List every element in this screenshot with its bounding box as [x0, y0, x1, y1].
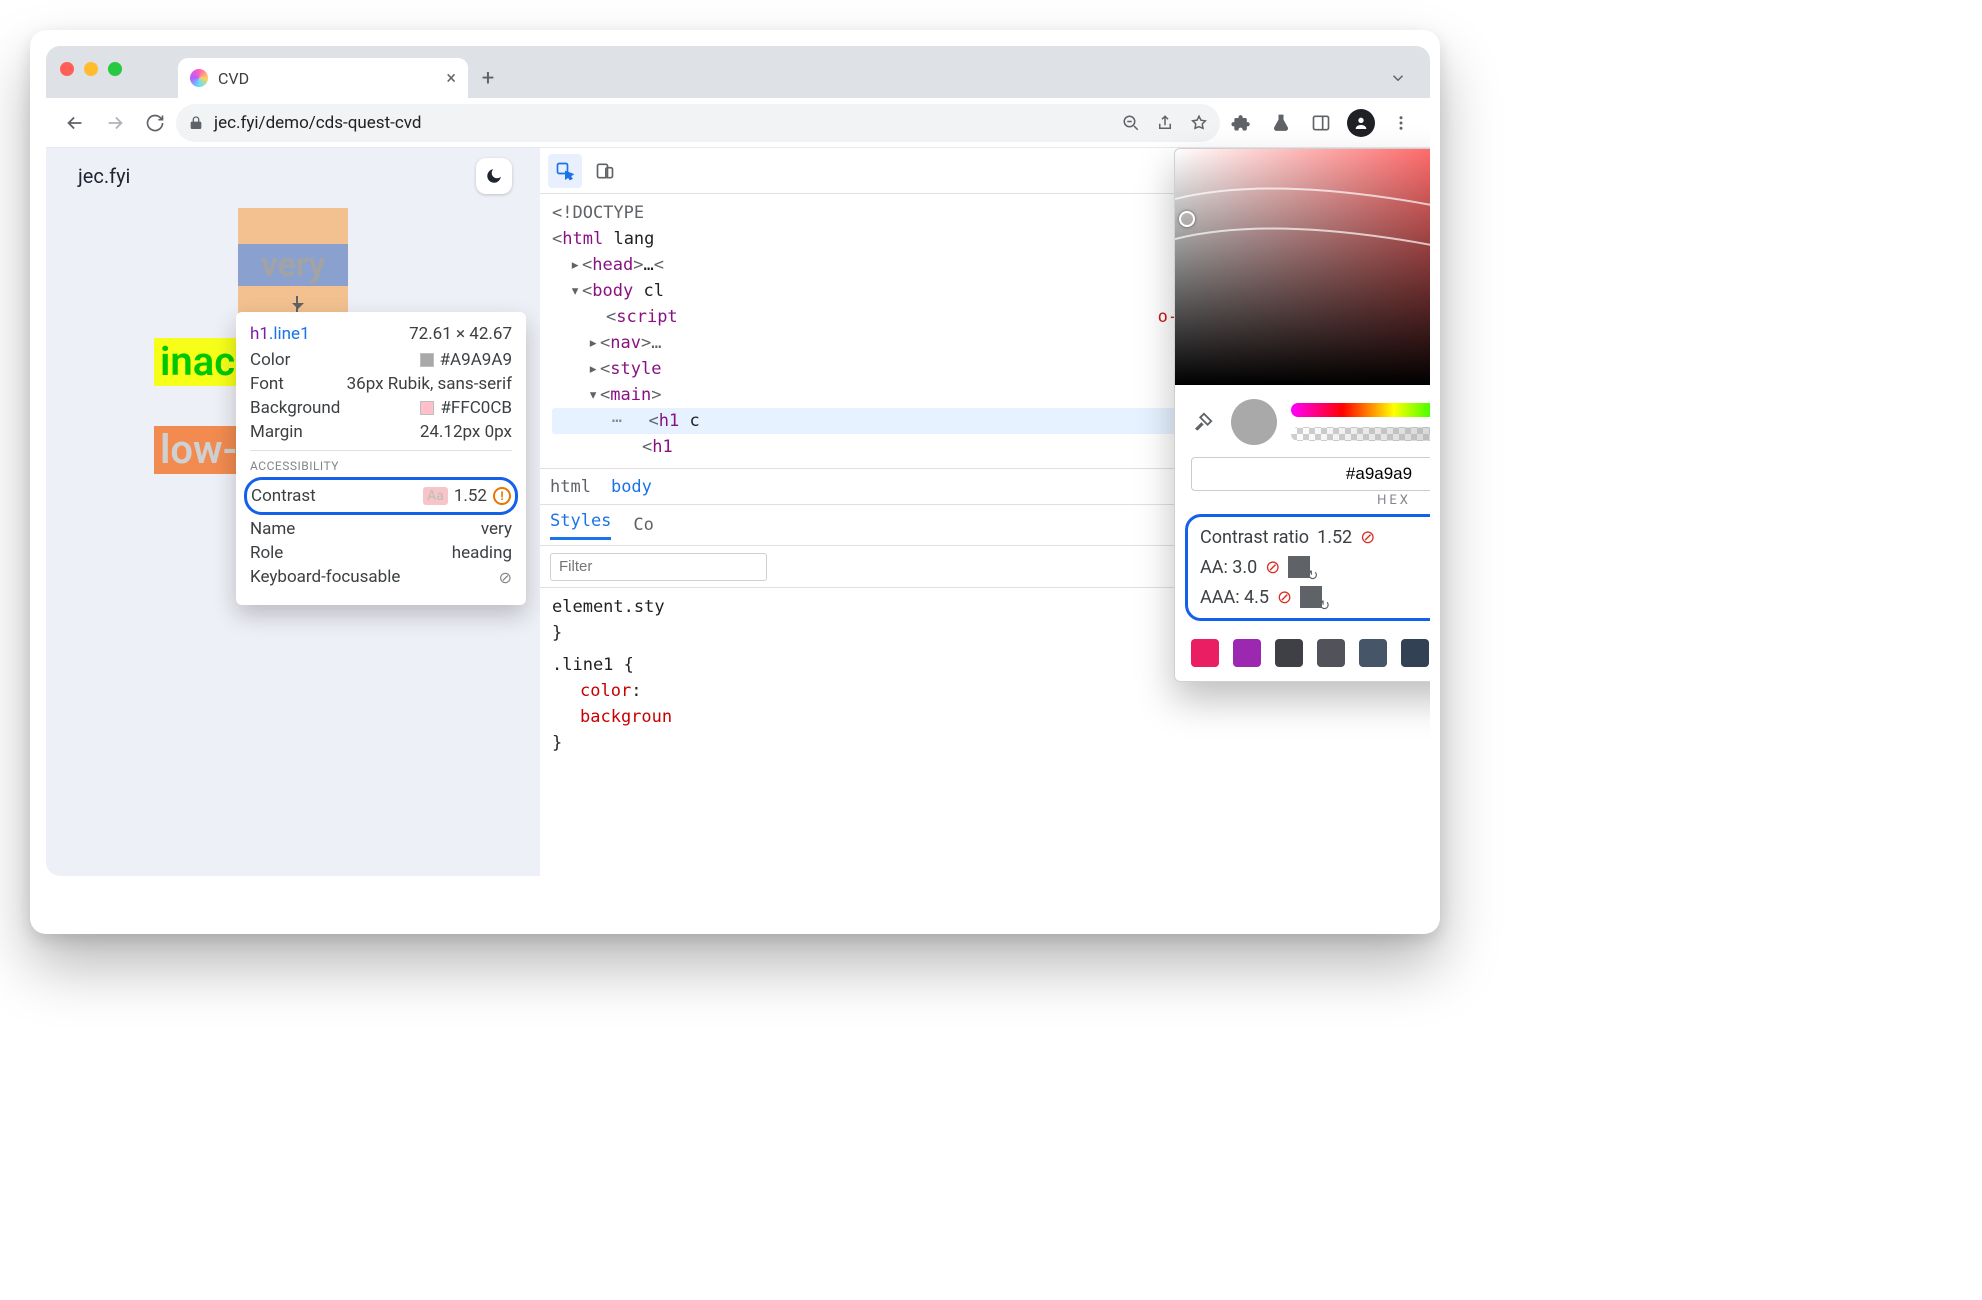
- tab-styles[interactable]: Styles: [550, 511, 611, 540]
- aa-label: AA: 3.0: [1200, 557, 1257, 578]
- tooltip-highlight-contrast: Contrast Aa 1.52!: [244, 477, 518, 515]
- close-tab-button[interactable]: ×: [446, 68, 456, 89]
- label-font: Font: [250, 374, 284, 394]
- value-background: #FFC0CB: [440, 398, 512, 418]
- fail-icon: ⊘: [1265, 557, 1280, 578]
- fail-icon: ⊘: [1277, 587, 1292, 608]
- tabs-dropdown-button[interactable]: [1378, 58, 1418, 98]
- contrast-curve: [1175, 179, 1430, 299]
- dark-mode-toggle[interactable]: [476, 158, 512, 194]
- hex-input[interactable]: [1191, 457, 1430, 491]
- close-window-button[interactable]: [60, 62, 74, 76]
- saturation-value-field[interactable]: [1175, 149, 1430, 385]
- fail-icon: ⊘: [1360, 527, 1375, 548]
- profile-avatar[interactable]: [1342, 104, 1380, 142]
- value-name: very: [481, 519, 512, 539]
- inspect-element-button[interactable]: [548, 154, 582, 188]
- tooltip-dimensions: 72.61 × 42.67: [409, 324, 512, 344]
- color-swatch-icon: [420, 401, 434, 415]
- browser-tab[interactable]: CVD ×: [178, 58, 468, 98]
- styles-filter-input[interactable]: [550, 553, 767, 581]
- label-background: Background: [250, 398, 340, 418]
- breadcrumb-body[interactable]: body: [611, 477, 652, 497]
- label-contrast: Contrast: [251, 486, 316, 506]
- browser-menu-button[interactable]: [1382, 104, 1420, 142]
- contrast-ratio-panel: Contrast ratio 1.52 ⊘ AA: 3.0 ⊘ AAA: 4.5…: [1185, 514, 1430, 621]
- tab-title: CVD: [218, 69, 249, 88]
- share-icon[interactable]: [1156, 114, 1174, 132]
- devtools-panel: <!DOCTYPE <html lang ▸<head>…< ▾<body cl…: [540, 148, 1430, 876]
- word-inaccessible: inac: [154, 338, 241, 386]
- page-title: jec.fyi: [78, 164, 130, 188]
- label-role: Role: [250, 543, 283, 563]
- word-very: very: [238, 244, 348, 286]
- extensions-icon[interactable]: [1222, 104, 1260, 142]
- value-font: 36px Rubik, sans-serif: [347, 374, 512, 394]
- contrast-value: 1.52: [1317, 527, 1352, 548]
- browser-window: CVD × + jec.fyi/demo/cds-quest-cvd: [46, 46, 1430, 876]
- traffic-lights: [60, 62, 122, 76]
- palette-swatch[interactable]: [1275, 639, 1303, 667]
- new-tab-button[interactable]: +: [468, 58, 508, 98]
- palette-swatch[interactable]: [1191, 639, 1219, 667]
- device-toggle-button[interactable]: [588, 154, 622, 188]
- sv-marker[interactable]: [1179, 211, 1195, 227]
- url-text: jec.fyi/demo/cds-quest-cvd: [214, 113, 421, 133]
- side-panel-icon[interactable]: [1302, 104, 1340, 142]
- label-focusable: Keyboard-focusable: [250, 567, 400, 587]
- palette-swatch[interactable]: [1359, 639, 1387, 667]
- value-role: heading: [452, 543, 512, 563]
- fix-aaa-button[interactable]: [1300, 586, 1322, 608]
- rule-element-style: element.sty: [552, 597, 665, 617]
- not-focusable-icon: ⊘: [499, 568, 512, 587]
- aaa-label: AAA: 4.5: [1200, 587, 1269, 608]
- tab-strip: CVD × +: [46, 46, 1430, 98]
- browser-toolbar: jec.fyi/demo/cds-quest-cvd: [46, 98, 1430, 148]
- tooltip-selector: h1.line1: [250, 324, 310, 344]
- bookmark-star-icon[interactable]: [1190, 114, 1208, 132]
- maximize-window-button[interactable]: [108, 62, 122, 76]
- fix-aa-button[interactable]: [1288, 556, 1310, 578]
- eyedropper-button[interactable]: [1189, 408, 1217, 436]
- dom-doctype: <!DOCTYPE: [552, 203, 644, 223]
- label-margin: Margin: [250, 422, 303, 442]
- value-margin: 24.12px 0px: [420, 422, 512, 442]
- hue-slider[interactable]: [1291, 403, 1430, 417]
- contrast-title: Contrast ratio: [1200, 527, 1309, 548]
- palette-swatch[interactable]: [1317, 639, 1345, 667]
- reload-button[interactable]: [136, 104, 174, 142]
- minimize-window-button[interactable]: [84, 62, 98, 76]
- label-color: Color: [250, 350, 290, 370]
- address-bar[interactable]: jec.fyi/demo/cds-quest-cvd: [176, 104, 1220, 142]
- hex-label: HEX: [1175, 493, 1430, 508]
- current-color-swatch: [1231, 399, 1277, 445]
- color-swatch-icon: [420, 353, 434, 367]
- favicon: [190, 69, 208, 87]
- lock-icon[interactable]: [188, 115, 204, 131]
- alpha-slider[interactable]: [1291, 427, 1430, 441]
- palette-swatch[interactable]: [1233, 639, 1261, 667]
- value-color: #A9A9A9: [440, 350, 512, 370]
- tab-computed-trunc[interactable]: Co: [633, 515, 653, 535]
- aa-sample-icon: Aa: [423, 487, 448, 505]
- zoom-icon[interactable]: [1122, 114, 1140, 132]
- value-contrast: 1.52: [454, 486, 487, 506]
- labs-icon[interactable]: [1262, 104, 1300, 142]
- accessibility-section-label: ACCESSIBILITY: [250, 450, 512, 473]
- word-low: low-: [154, 426, 243, 474]
- rendered-page: jec.fyi very inac low- h1.line1 72.61 × …: [46, 148, 540, 876]
- rule-line1-selector: .line1 {: [552, 655, 634, 675]
- label-name: Name: [250, 519, 295, 539]
- breadcrumb-html[interactable]: html: [550, 477, 591, 497]
- forward-button[interactable]: [96, 104, 134, 142]
- line-actions-icon[interactable]: ⋯: [606, 408, 628, 434]
- palette-swatch[interactable]: [1401, 639, 1429, 667]
- warning-icon: !: [493, 487, 511, 505]
- back-button[interactable]: [56, 104, 94, 142]
- color-picker: ▲▼ HEX Contrast ratio 1.52 ⊘ AA: 3.0 ⊘ A…: [1174, 148, 1430, 682]
- palette-swatches: ▲▼: [1175, 631, 1430, 681]
- element-info-tooltip: h1.line1 72.61 × 42.67 Color #A9A9A9 Font…: [236, 312, 526, 605]
